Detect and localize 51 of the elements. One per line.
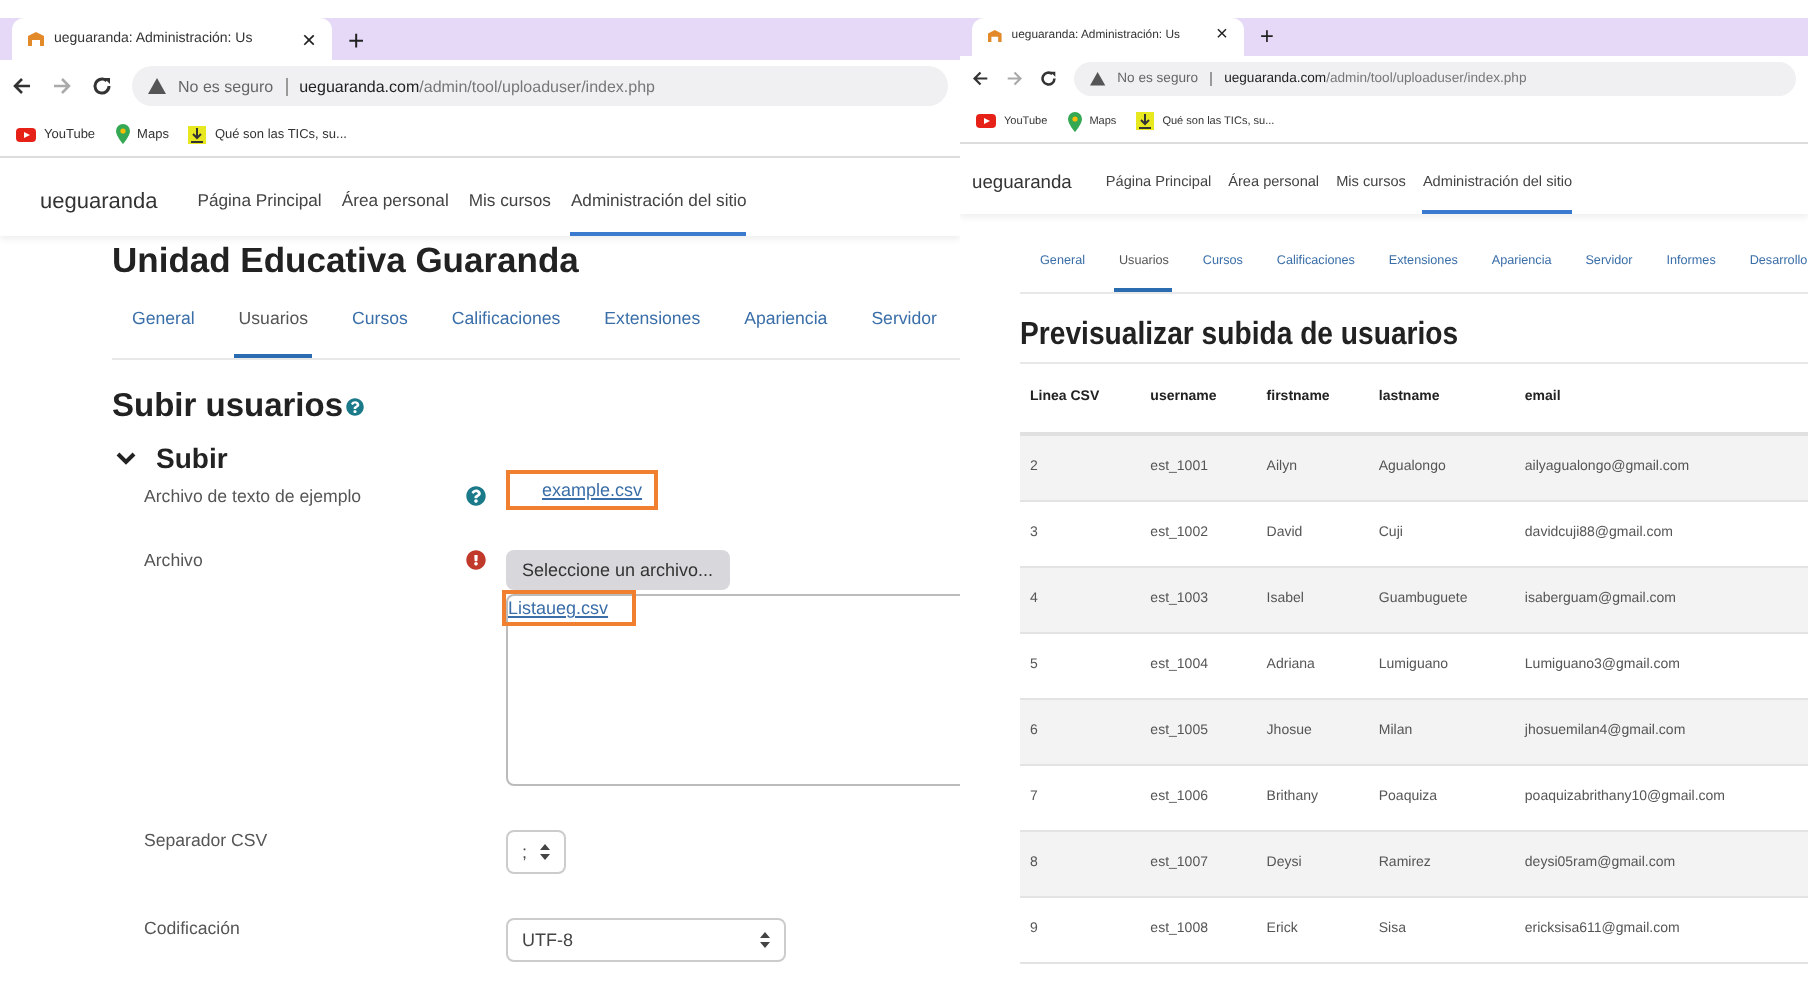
select-field[interactable]: ; [506,830,566,875]
new-tab-button[interactable]: + [348,23,365,56]
admin-tab[interactable]: Apariencia [740,281,832,359]
admin-tab[interactable]: Calificaciones [447,281,565,359]
admin-tab[interactable]: General [128,281,199,359]
nav-link[interactable]: Mis cursos [468,166,551,236]
nav-link[interactable]: Administración del sitio [570,166,747,236]
warning-icon [1090,71,1106,86]
download-icon [188,125,207,144]
required-icon [466,550,486,571]
section-title: Subir [156,442,228,475]
field-label: Codificación [144,918,240,939]
file-link[interactable]: Listaueg.csv [502,590,637,627]
map-pin-icon [1067,111,1082,132]
close-tab-button[interactable]: × [1216,26,1228,47]
close-tab-button[interactable]: × [301,27,316,52]
download-icon [1136,112,1155,131]
favicon-icon [988,30,1002,43]
admin-tab[interactable]: Extensiones [600,281,705,359]
youtube-icon [976,114,996,129]
reload-icon[interactable] [1040,69,1057,87]
reload-icon[interactable] [92,76,112,97]
chevron-icon[interactable] [116,451,136,466]
page-heading: Previsualizar subida de usuarios [1020,317,1461,354]
updown-icon [540,844,550,861]
nav-link[interactable]: Página Principal [197,166,322,236]
site-brand[interactable]: ueguaranda [972,172,1072,193]
back-icon[interactable] [12,76,32,97]
help-icon[interactable] [345,398,364,417]
updown-icon [760,932,770,949]
back-icon[interactable] [972,69,989,87]
site-brand[interactable]: ueguaranda [40,189,158,214]
new-tab-button[interactable]: + [1260,22,1274,51]
address-bar[interactable]: No es seguro ueguaranda.com/admin/tool/uploaduser/index.php [132,66,948,107]
map-pin-icon [115,124,130,145]
favicon-icon [28,32,44,47]
choose-file-button[interactable]: Seleccione un archivo... [506,550,730,591]
field-label: Archivo [144,550,203,571]
admin-tab[interactable]: Usuarios [234,281,313,359]
site-title: Unidad Educativa Guaranda [112,239,581,282]
field-label: Archivo de texto de ejemplo [144,486,362,507]
select-field[interactable]: UTF-8 [506,918,786,963]
field-label: Separador CSV [144,830,268,851]
file-link[interactable]: example.csv [506,470,659,511]
admin-tab[interactable]: Servidor [867,281,941,359]
warning-icon [148,78,166,95]
nav-link[interactable]: Área personal [341,166,449,236]
youtube-icon [16,127,36,142]
help-icon[interactable] [466,486,486,507]
admin-tab[interactable]: Cursos [348,281,412,359]
page-heading: Subir usuarios [112,388,344,427]
